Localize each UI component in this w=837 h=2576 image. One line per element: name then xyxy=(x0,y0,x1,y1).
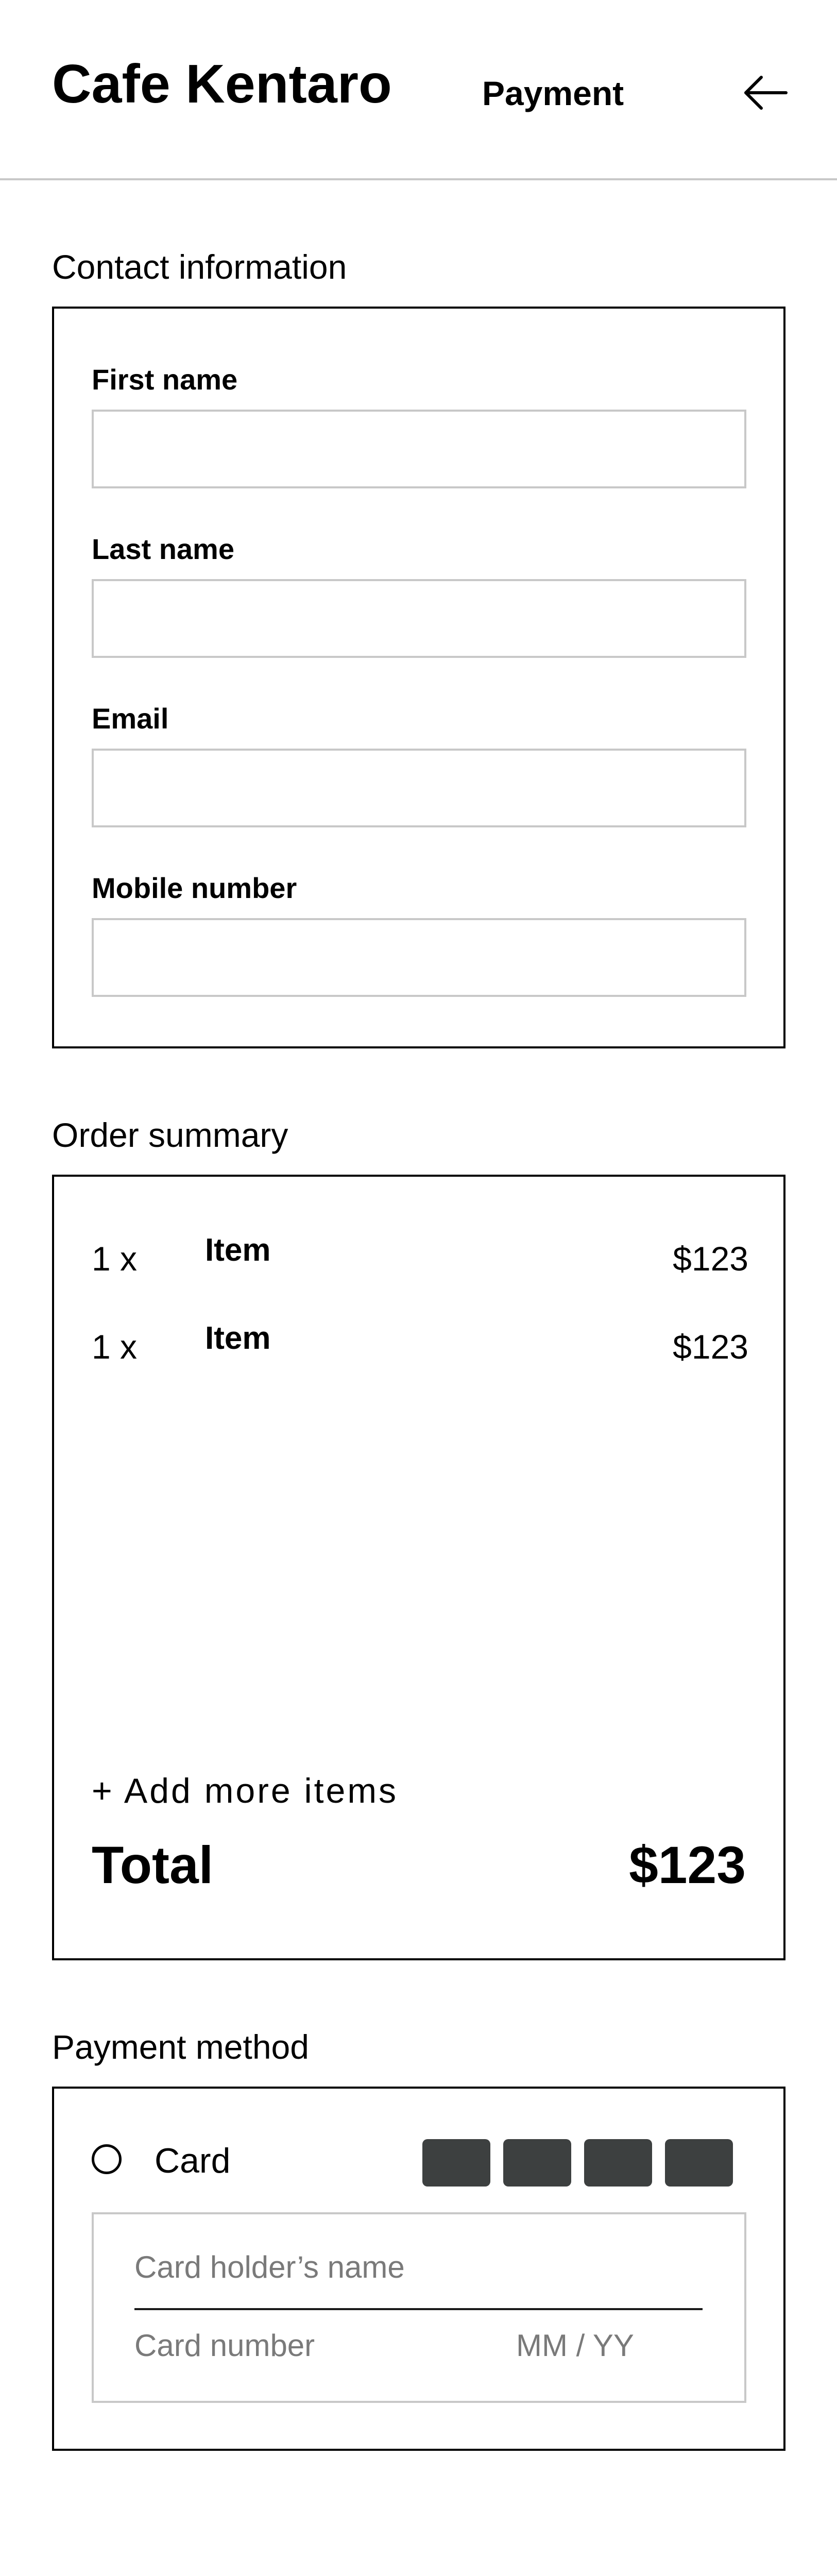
card-brand-icon xyxy=(584,2139,652,2187)
total-label: Total xyxy=(92,1836,214,1894)
back-button[interactable] xyxy=(740,67,791,118)
order-item-row: 1 x Item $123 xyxy=(92,1323,748,1364)
last-name-field[interactable] xyxy=(92,579,746,658)
brand-name: Cafe Kentaro xyxy=(52,54,392,114)
order-item-name: Item xyxy=(205,1320,271,1356)
order-item-price: $123 xyxy=(673,1240,748,1278)
contact-heading: Contact information xyxy=(52,248,347,286)
order-heading: Order summary xyxy=(52,1116,288,1154)
card-expiry-input[interactable] xyxy=(516,2325,686,2366)
mobile-number-field[interactable] xyxy=(92,918,746,997)
first-name-field[interactable] xyxy=(92,410,746,488)
card-details-form xyxy=(92,2212,746,2403)
card-brand-icon xyxy=(422,2139,490,2187)
order-item-name: Item xyxy=(205,1232,271,1268)
app-header: Cafe Kentaro Payment xyxy=(0,0,837,180)
first-name-label: First name xyxy=(92,363,238,396)
card-brand-icon xyxy=(665,2139,733,2187)
contact-panel: First name Last name Email Mobile number xyxy=(52,307,785,1048)
order-item-row: 1 x Item $123 xyxy=(92,1234,748,1276)
last-name-label: Last name xyxy=(92,533,234,565)
page-title: Payment xyxy=(482,74,624,112)
card-radio-button[interactable] xyxy=(92,2144,122,2174)
card-holder-name-input[interactable] xyxy=(134,2246,703,2287)
card-number-input[interactable] xyxy=(134,2325,469,2366)
payment-heading: Payment method xyxy=(52,2028,309,2066)
order-panel: 1 x Item $123 1 x Item $123 + Add more i… xyxy=(52,1175,785,1960)
total-value: $123 xyxy=(629,1836,746,1894)
order-item-qty: 1 x xyxy=(92,1240,138,1278)
card-brand-icon xyxy=(503,2139,571,2187)
add-more-items-button[interactable]: + Add more items xyxy=(92,1773,398,1808)
arrow-left-icon xyxy=(744,76,788,110)
order-item-qty: 1 x xyxy=(92,1328,138,1366)
card-option-label: Card xyxy=(155,2141,231,2180)
email-field[interactable] xyxy=(92,749,746,827)
mobile-number-label: Mobile number xyxy=(92,872,297,904)
card-form-divider xyxy=(134,2308,703,2310)
payment-panel: Card xyxy=(52,2087,785,2451)
order-item-price: $123 xyxy=(673,1328,748,1366)
email-label: Email xyxy=(92,702,169,735)
